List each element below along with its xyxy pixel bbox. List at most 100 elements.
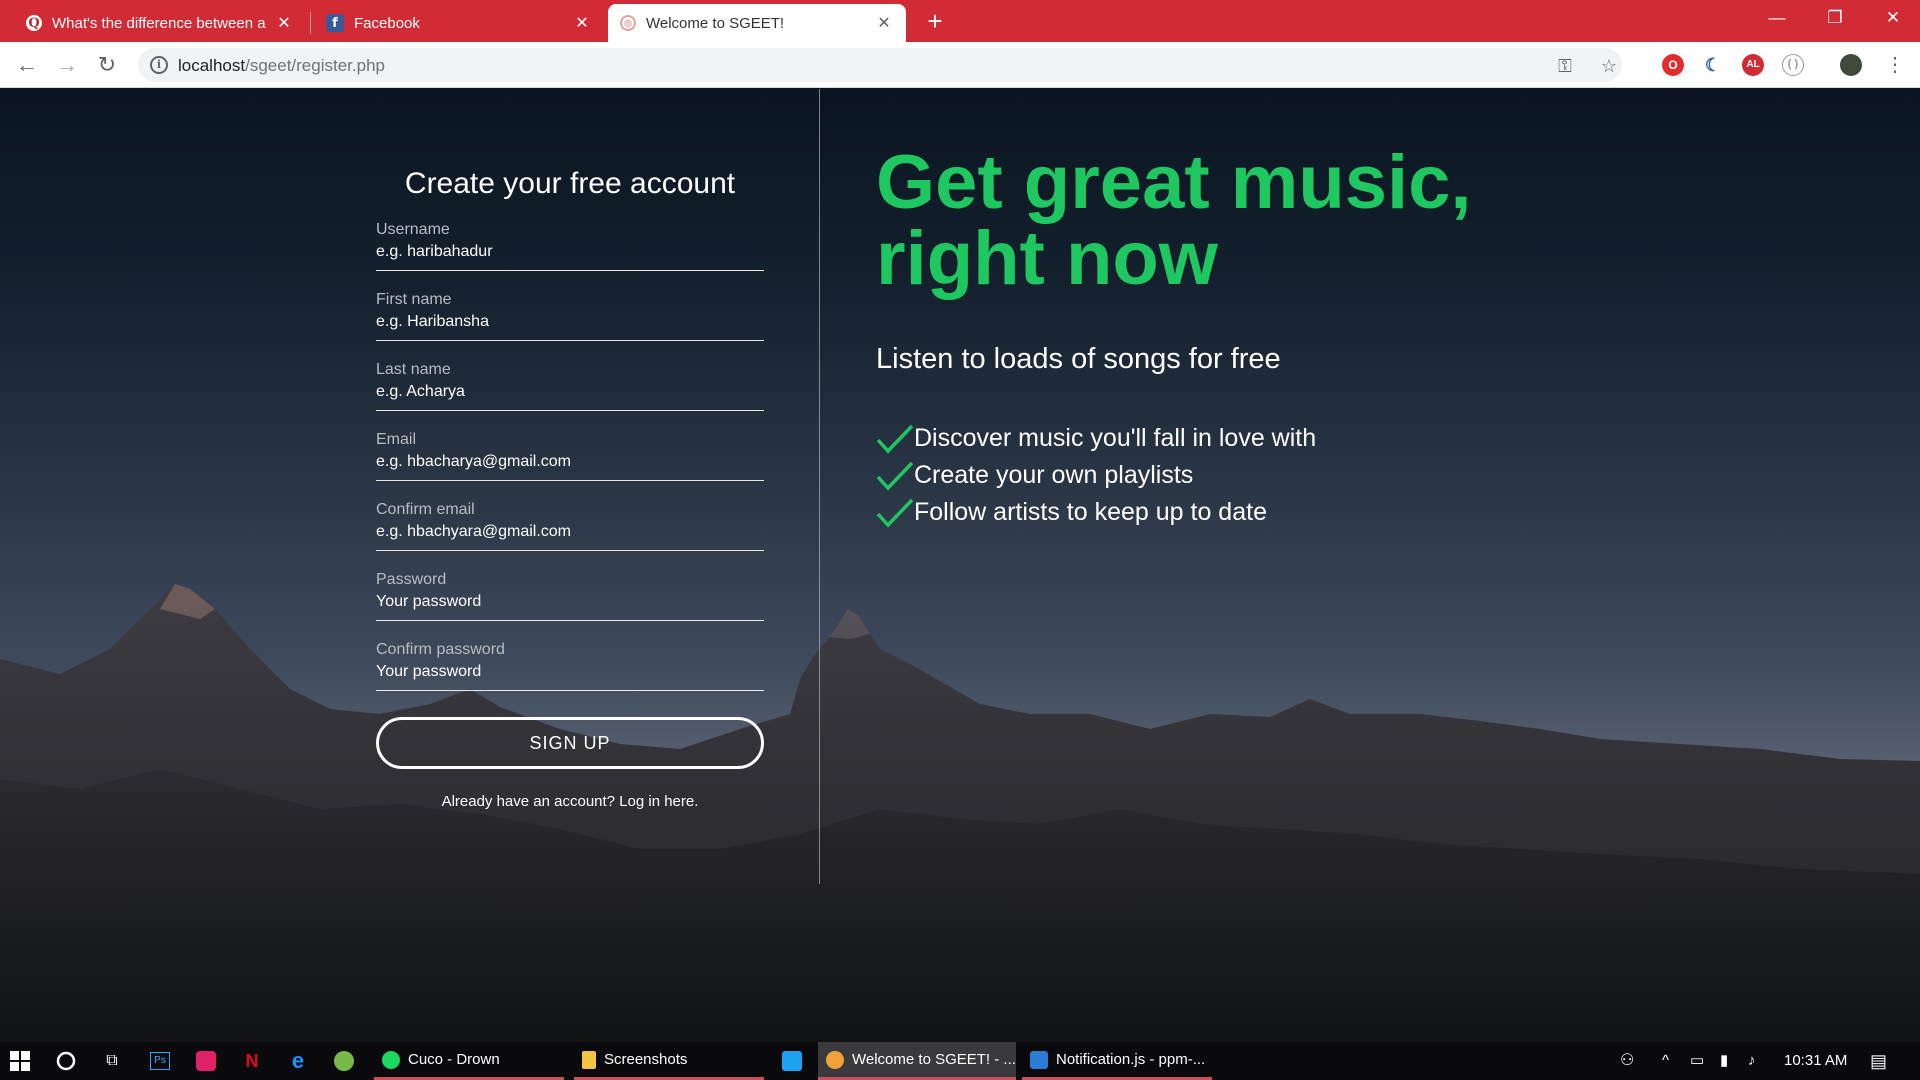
hero-section: Get great music, right now Listen to loa… [876,145,1776,531]
taskbar-app-label: Screenshots [604,1051,688,1068]
taskbar-app-label: Cuco - Drown [408,1051,500,1068]
last-name-label: Last name [376,361,451,378]
taskbar-app-spotify[interactable]: Cuco - Drown [374,1042,564,1080]
tab-title: What's the difference between a [52,14,266,32]
signup-button[interactable]: SIGN UP [376,717,764,769]
clock[interactable]: 10:31 AM [1784,1042,1847,1080]
windows-taskbar: ⧉ Ps N e Cuco - Drown Screenshots Welcom… [0,1042,1920,1080]
feature-text: Follow artists to keep up to date [914,498,1267,526]
tab-title: Facebook [354,14,420,32]
url-host: localhost [178,56,246,75]
email-input[interactable]: e.g. hbacharya@gmail.com [376,453,764,471]
email-label: Email [376,431,417,448]
folder-icon [582,1050,596,1069]
new-tab-button[interactable]: + [920,5,950,37]
tab-title: Welcome to SGEET! [646,14,785,32]
taskbar-app-label: Welcome to SGEET! - ... [852,1051,1016,1068]
feature-list: Discover music you'll fall in love with … [876,420,1776,531]
menu-icon[interactable]: ⋮ [1880,50,1910,80]
extension-icon[interactable]: AL [1742,54,1764,76]
chrome-icon [826,1050,844,1069]
confirm-password-input[interactable]: Your password [376,663,764,681]
taskbar-app-label: Notification.js - ppm-... [1056,1051,1206,1068]
profile-avatar[interactable] [1840,54,1862,76]
close-icon[interactable]: ✕ [274,13,294,33]
url-path: /sgeet/register.php [245,56,385,75]
username-input[interactable]: e.g. haribahadur [376,243,764,261]
utorrent-icon[interactable] [328,1046,360,1076]
checkmark-icon [876,498,914,528]
volume-icon[interactable]: ♪ [1748,1042,1756,1080]
feature-text: Create your own playlists [914,461,1194,489]
battery-icon[interactable]: ▮ [1720,1042,1728,1080]
taskbar-app-screenshots[interactable]: Screenshots [574,1042,764,1080]
twitter-icon[interactable] [776,1046,808,1076]
tab-sgeet[interactable]: ◎ Welcome to SGEET! ✕ [608,4,906,42]
photoshop-icon[interactable]: Ps [144,1046,176,1076]
spotify-icon [382,1050,400,1069]
opera-extension-icon[interactable]: O [1662,54,1684,76]
checkmark-icon [876,424,914,454]
username-label: Username [376,221,450,238]
task-view-icon[interactable]: ⧉ [96,1046,128,1076]
form-title: Create your free account [404,167,736,200]
password-label: Password [376,571,447,588]
password-field[interactable]: Password Your password [376,571,764,621]
cortana-icon[interactable] [50,1046,82,1076]
password-input[interactable]: Your password [376,593,764,611]
network-icon[interactable]: ▭ [1690,1042,1704,1080]
moon-extension-icon[interactable]: ☾ [1702,54,1724,76]
last-name-input[interactable]: e.g. Acharya [376,383,764,401]
tab-facebook[interactable]: f Facebook ✕ [314,4,604,42]
notification-icon[interactable]: ▤ [1870,1042,1887,1080]
chevron-up-icon[interactable]: ^ [1662,1042,1669,1080]
url-text[interactable]: localhost/sgeet/register.php [178,56,385,76]
confirm-password-label: Confirm password [376,641,505,658]
tab-separator [310,12,311,34]
feature-item: Discover music you'll fall in love with [876,420,1776,457]
restore-icon[interactable]: ❐ [1806,0,1864,36]
close-icon[interactable]: ✕ [572,13,592,33]
star-icon[interactable]: ☆ [1598,56,1620,76]
confirm-email-label: Confirm email [376,501,475,518]
confirm-password-field[interactable]: Confirm password Your password [376,641,764,691]
reload-icon[interactable]: ↻ [92,50,122,80]
email-field[interactable]: Email e.g. hbacharya@gmail.com [376,431,764,481]
taskbar-app-vscode[interactable]: Notification.js - ppm-... [1022,1042,1212,1080]
hero-title-line1: Get great music, [876,140,1472,225]
last-name-field[interactable]: Last name e.g. Acharya [376,361,764,411]
confirm-email-input[interactable]: e.g. hbachyara@gmail.com [376,523,764,541]
disabled-extension-icon[interactable]: ( ) [1782,54,1804,76]
people-icon[interactable]: ⚇ [1620,1042,1634,1080]
confirm-email-field[interactable]: Confirm email e.g. hbachyara@gmail.com [376,501,764,551]
key-icon[interactable]: ⚿ [1554,56,1576,76]
forward-icon[interactable]: → [52,50,82,80]
minimize-icon[interactable]: — [1748,0,1806,36]
feature-item: Follow artists to keep up to date [876,494,1776,531]
feature-text: Discover music you'll fall in love with [914,424,1317,452]
edge-icon[interactable]: e [282,1046,314,1076]
address-bar[interactable]: i localhost/sgeet/register.php ⚿ ☆ [138,48,1622,82]
browser-toolbar: ← → ↻ i localhost/sgeet/register.php ⚿ ☆… [0,42,1920,88]
info-icon[interactable]: i [150,56,168,74]
netflix-icon[interactable]: N [236,1046,268,1076]
hero-subtitle: Listen to loads of songs for free [876,343,1281,375]
taskbar-app-chrome[interactable]: Welcome to SGEET! - ... [818,1042,1016,1080]
username-field[interactable]: Username e.g. haribahadur [376,221,764,271]
page-content: Create your free account Username e.g. h… [0,89,1920,1042]
first-name-label: First name [376,291,452,308]
close-icon[interactable]: ✕ [874,13,894,33]
facebook-icon: f [326,14,344,32]
first-name-field[interactable]: First name e.g. Haribansha [376,291,764,341]
back-icon[interactable]: ← [12,50,42,80]
tab-quora[interactable]: Q What's the difference between a ✕ [14,4,306,42]
feature-item: Create your own playlists [876,457,1776,494]
hero-title-line2: right now [876,216,1218,301]
windows-start-icon[interactable] [4,1046,36,1076]
register-form: Create your free account Username e.g. h… [376,167,764,810]
app-icon[interactable] [190,1046,222,1076]
first-name-input[interactable]: e.g. Haribansha [376,313,764,331]
login-link[interactable]: Already have an account? Log in here. [376,793,764,810]
vscode-icon [1030,1050,1048,1069]
close-window-icon[interactable]: ✕ [1864,0,1920,36]
